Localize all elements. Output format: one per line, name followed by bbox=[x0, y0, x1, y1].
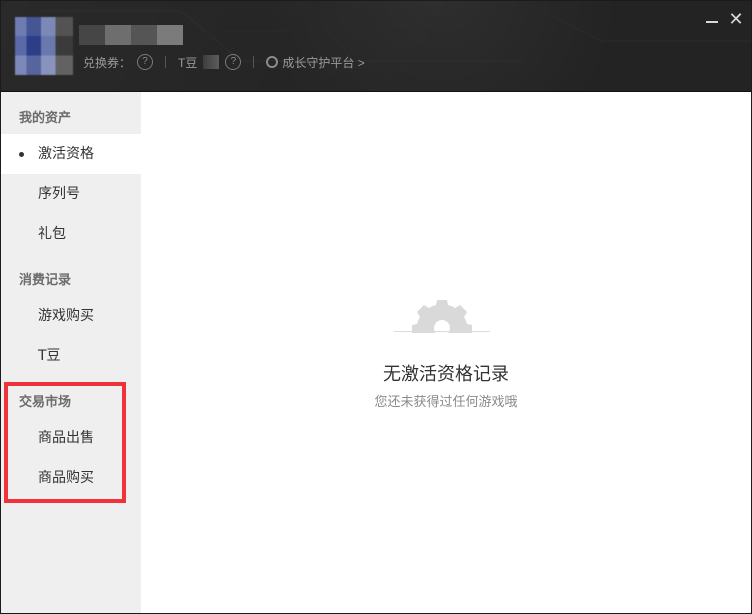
coupon-label: 兑换券： bbox=[83, 55, 132, 70]
sidebar-item-label: 序列号 bbox=[38, 186, 80, 202]
header-decoration bbox=[41, 1, 751, 91]
empty-state-subtitle: 您还未获得过任何游戏哦 bbox=[374, 395, 518, 410]
close-icon: ✕ bbox=[728, 9, 744, 30]
sidebar-item-buy-goods[interactable]: 商品购买 bbox=[1, 458, 141, 498]
sidebar-item-activation[interactable]: 激活资格 bbox=[1, 134, 141, 174]
sidebar-item-label: 礼包 bbox=[38, 226, 66, 242]
sidebar: 我的资产 激活资格 序列号 礼包 消费记录 游戏购买 T豆 交易市场 商品出售 … bbox=[1, 92, 141, 613]
username-blurred bbox=[79, 25, 183, 45]
chat-bubble-icon bbox=[266, 56, 279, 68]
sidebar-item-sell-goods[interactable]: 商品出售 bbox=[1, 418, 141, 458]
gear-icon bbox=[394, 300, 490, 335]
sidebar-item-label: T豆 bbox=[38, 348, 61, 364]
sidebar-item-label: 激活资格 bbox=[38, 146, 94, 162]
divider bbox=[165, 56, 167, 68]
active-bullet-icon bbox=[19, 152, 24, 157]
sidebar-item-tdou[interactable]: T豆 bbox=[1, 336, 141, 376]
close-button[interactable]: ✕ bbox=[727, 11, 745, 29]
growth-guard-link[interactable]: 成长守护平台 > bbox=[282, 54, 364, 71]
section-title-consumption: 消费记录 bbox=[19, 273, 72, 288]
tdou-label: T豆 bbox=[178, 55, 198, 70]
header: 兑换券： ? T豆 ? 成长守护平台 > ✕ bbox=[1, 1, 751, 92]
sidebar-item-label: 商品出售 bbox=[38, 430, 94, 446]
main-content: 无激活资格记录 您还未获得过任何游戏哦 bbox=[141, 92, 751, 613]
tdou-value-blurred bbox=[203, 55, 220, 69]
minimize-icon bbox=[706, 21, 718, 23]
section-title-market: 交易市场 bbox=[19, 395, 72, 410]
question-circle-icon[interactable]: ? bbox=[137, 54, 154, 70]
account-info-row: 兑换券： ? T豆 ? 成长守护平台 > bbox=[83, 53, 365, 71]
section-title-my-assets: 我的资产 bbox=[19, 111, 72, 126]
sidebar-item-label: 游戏购买 bbox=[38, 308, 94, 324]
question-circle-icon[interactable]: ? bbox=[225, 54, 242, 70]
empty-state-title: 无激活资格记录 bbox=[383, 364, 509, 385]
sidebar-item-game-purchase[interactable]: 游戏购买 bbox=[1, 296, 141, 336]
minimize-button[interactable] bbox=[703, 11, 721, 29]
avatar[interactable] bbox=[15, 17, 73, 75]
sidebar-item-gift-pack[interactable]: 礼包 bbox=[1, 214, 141, 254]
sidebar-item-label: 商品购买 bbox=[38, 470, 94, 486]
divider bbox=[253, 56, 255, 68]
sidebar-item-serial-number[interactable]: 序列号 bbox=[1, 174, 141, 214]
app-window: 兑换券： ? T豆 ? 成长守护平台 > ✕ 我的资产 激活资格 序列号 礼包 bbox=[0, 0, 752, 614]
